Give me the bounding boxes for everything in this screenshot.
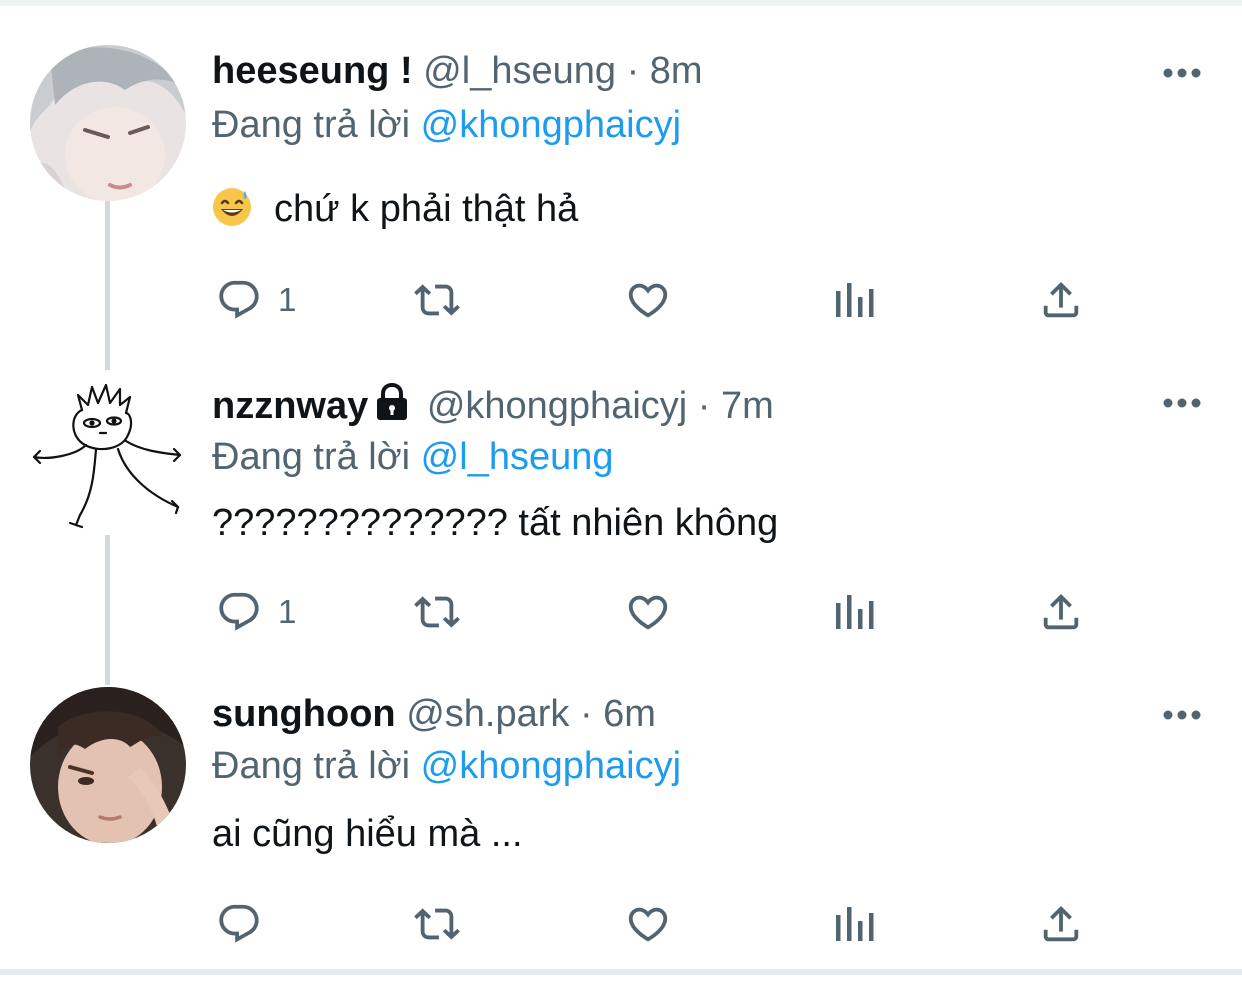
reply-mention-link[interactable]: @khongphaicyj [421,104,681,146]
tweet-text-content: ?????????????? tất nhiên không [212,502,779,544]
display-name[interactable]: sunghoon [212,693,396,735]
views-button[interactable] [834,900,876,948]
reply-mention-link[interactable]: @l_hseung [421,436,614,478]
timestamp[interactable]: 8m [650,50,703,92]
action-bar [212,900,1092,948]
share-icon [1043,593,1079,630]
display-name[interactable]: nzznway [212,385,368,427]
reply-count: 1 [278,281,297,318]
share-button[interactable] [1038,900,1084,948]
tweet-text: ?????????????? tất nhiên không [212,500,1202,546]
user-handle[interactable]: @l_hseung [423,50,616,92]
avatar[interactable] [30,375,186,531]
retweet-icon [414,284,460,316]
reply-context: Đang trả lời @l_hseung [212,434,1202,480]
tweet-text-content: chứ k phải thật hả [274,188,579,230]
views-icon [836,283,874,317]
tweet-text-content: ai cũng hiểu mà ... [212,813,523,855]
reply-icon [219,592,259,631]
views-icon [836,907,874,941]
separator: · [697,385,711,427]
display-name[interactable]: heeseung ! [212,50,413,92]
like-button[interactable] [624,276,672,324]
like-icon [628,283,668,318]
more-icon[interactable] [1162,66,1202,78]
reply-prefix: Đang trả lời [212,436,411,478]
tweet-header: nzznway @khongphaicyj · 7m [212,382,1202,432]
reply-button[interactable]: 1 [216,588,296,636]
action-bar: 1 [212,276,1092,324]
share-icon [1043,281,1079,318]
bottom-divider [0,969,1242,975]
separator: · [579,693,593,735]
reply-button[interactable]: 1 [216,276,296,324]
tweet[interactable]: heeseung ! @l_hseung · 8m Đang trả lời @… [0,0,1242,340]
retweet-button[interactable] [412,276,462,324]
reply-context: Đang trả lời @khongphaicyj [212,743,1202,789]
reply-icon [219,280,259,319]
avatar[interactable] [30,45,186,201]
retweet-icon [414,596,460,628]
like-button[interactable] [624,900,672,948]
reply-prefix: Đang trả lời [212,104,411,146]
like-button[interactable] [624,588,672,636]
timestamp[interactable]: 7m [721,385,774,427]
reply-prefix: Đang trả lời [212,745,411,787]
share-button[interactable] [1038,276,1084,324]
separator: · [626,50,640,92]
retweet-button[interactable] [412,588,462,636]
reply-count: 1 [278,593,297,630]
tweet-header: sunghoon @sh.park · 6m [212,691,1202,737]
action-bar: 1 [212,588,1092,636]
retweet-button[interactable] [412,900,462,948]
views-button[interactable] [834,588,876,636]
tweet[interactable]: nzznway @khongphaicyj · 7m Đang trả lời … [0,340,1242,680]
timestamp[interactable]: 6m [603,693,656,735]
reply-mention-link[interactable]: @khongphaicyj [421,745,681,787]
reply-button[interactable] [216,900,262,948]
retweet-icon [414,908,460,940]
tweet-header: heeseung ! @l_hseung · 8m [212,48,1202,94]
views-button[interactable] [834,276,876,324]
reply-icon [219,904,259,943]
like-icon [628,595,668,630]
tweet[interactable]: sunghoon @sh.park · 6m Đang trả lời @kho… [0,680,1242,970]
like-icon [628,907,668,942]
share-button[interactable] [1038,588,1084,636]
user-handle[interactable]: @sh.park [406,693,569,735]
tweet-text: chứ k phải thật hả [212,186,1202,232]
avatar[interactable] [30,687,186,843]
user-handle[interactable]: @khongphaicyj [427,385,687,427]
views-icon [836,595,874,629]
more-icon[interactable] [1162,708,1202,720]
sweat-smile-emoji-icon [212,187,252,227]
share-icon [1043,905,1079,942]
reply-context: Đang trả lời @khongphaicyj [212,102,1202,148]
tweet-text: ai cũng hiểu mà ... [212,811,1202,857]
lock-icon [374,382,410,432]
more-icon[interactable] [1162,396,1202,408]
